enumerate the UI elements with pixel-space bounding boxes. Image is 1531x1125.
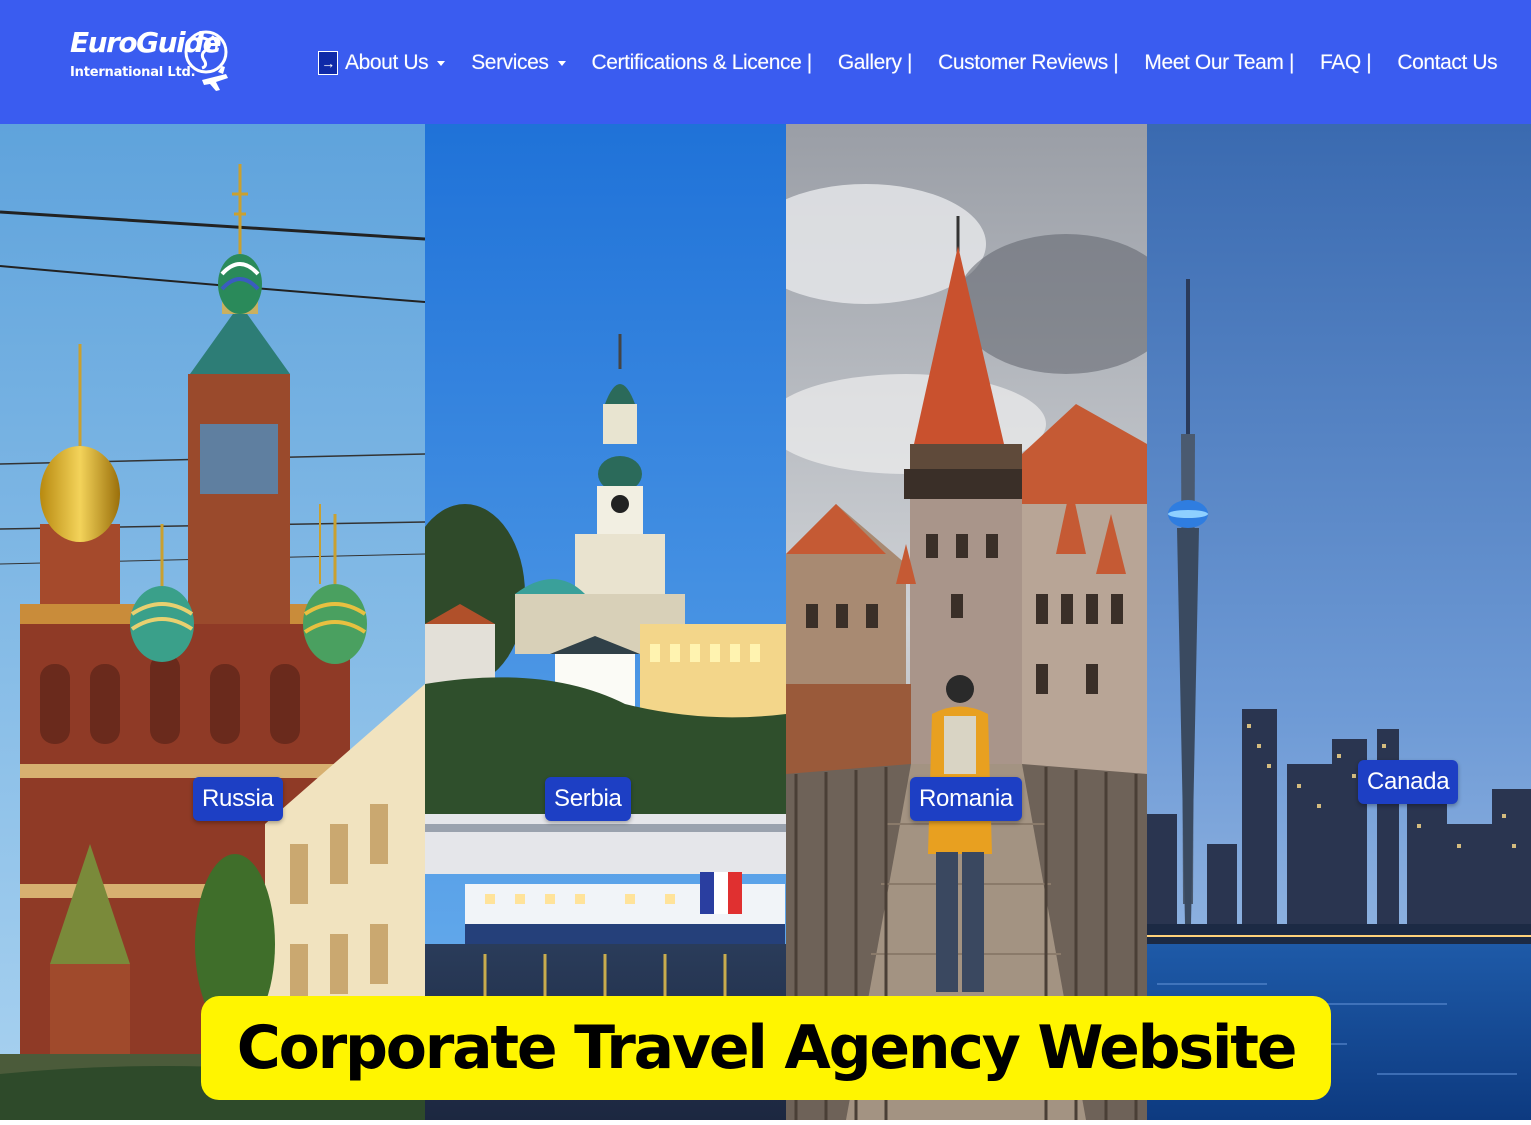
destination-label-romania[interactable]: Romania <box>910 777 1022 821</box>
destination-label-canada[interactable]: Canada <box>1358 760 1459 804</box>
chevron-down-icon <box>437 60 446 66</box>
nav-label: Gallery | <box>837 51 913 74</box>
nav-certifications[interactable]: Certifications & Licence | <box>591 51 813 75</box>
title-banner: Corporate Travel Agency Website <box>201 996 1331 1100</box>
nav-label: Meet Our Team | <box>1144 51 1294 74</box>
chevron-down-icon <box>557 60 566 66</box>
nav-label: Certifications & Licence | <box>591 51 813 74</box>
brand-logo[interactable]: EuroGuide International Ltd. <box>70 22 230 98</box>
nav-label: FAQ | <box>1320 51 1372 74</box>
nav-faq[interactable]: FAQ | <box>1320 51 1372 75</box>
nav-about-us[interactable]: → About Us <box>318 51 446 75</box>
site-header: EuroGuide International Ltd. → About Us … <box>0 0 1531 124</box>
canada-toronto-image <box>1147 124 1531 1120</box>
nav-label: About Us <box>345 51 429 74</box>
destination-panel-russia[interactable]: Russia <box>0 124 425 1120</box>
nav-meet-our-team[interactable]: Meet Our Team | <box>1144 51 1294 75</box>
nav-contact-us[interactable]: Contact Us <box>1397 51 1497 75</box>
arrow-right-icon: → <box>318 51 338 75</box>
nav-gallery[interactable]: Gallery | <box>837 51 913 75</box>
globe-plane-icon <box>184 30 228 91</box>
nav-label: Customer Reviews | <box>938 51 1119 74</box>
romania-castle-image <box>786 124 1147 1120</box>
destination-panel-serbia[interactable]: Serbia <box>425 124 786 1120</box>
main-nav: → About Us Services Certifications & Lic… <box>318 46 1498 80</box>
nav-services[interactable]: Services <box>471 51 566 75</box>
nav-label: Services <box>471 51 549 74</box>
destination-label-serbia[interactable]: Serbia <box>545 777 631 821</box>
banner-title: Corporate Travel Agency Website <box>236 1013 1298 1083</box>
nav-label: Contact Us <box>1397 51 1498 74</box>
nav-customer-reviews[interactable]: Customer Reviews | <box>938 51 1119 75</box>
destination-label-russia[interactable]: Russia <box>193 777 283 821</box>
serbia-belgrade-image <box>425 124 786 1120</box>
russia-church-image <box>0 124 425 1120</box>
brand-subtitle: International Ltd. <box>70 65 196 80</box>
destination-panel-canada[interactable]: Canada <box>1147 124 1531 1120</box>
destination-panel-romania[interactable]: Romania <box>786 124 1147 1120</box>
